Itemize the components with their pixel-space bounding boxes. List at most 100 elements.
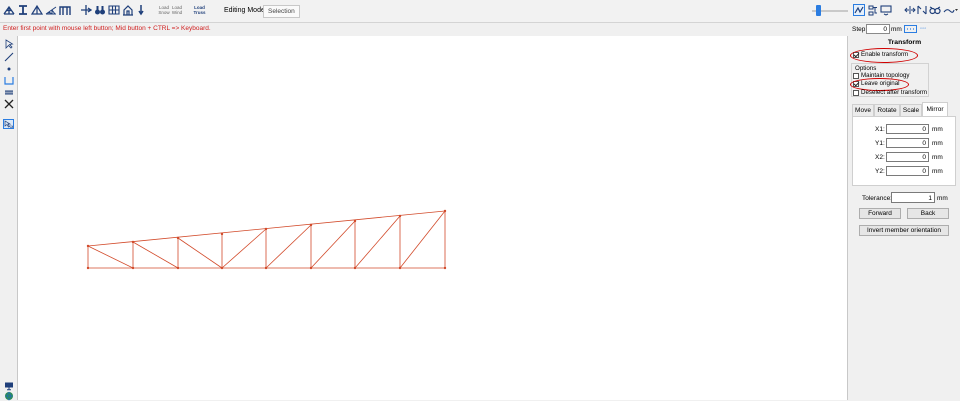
step-unit: mm <box>891 26 902 33</box>
line-icon[interactable] <box>3 52 14 62</box>
transform-panel: Step: 0 mm ◦◦◦ Transform Enable transfor… <box>849 23 960 400</box>
leave-original-checkbox[interactable]: Leave original <box>853 80 900 88</box>
load-truss-line2: Truss <box>193 10 206 15</box>
dropdown-box-icon[interactable] <box>880 4 892 16</box>
top-node[interactable] <box>131 240 135 244</box>
top-node[interactable] <box>398 214 402 218</box>
bottom-node[interactable] <box>131 266 135 270</box>
leave-original-label: Leave original <box>861 80 900 87</box>
bottom-node[interactable] <box>176 266 180 270</box>
bottom-node[interactable] <box>220 266 224 270</box>
load-truss-button[interactable]: Load Truss <box>193 5 206 15</box>
step-input[interactable]: 0 <box>866 24 890 34</box>
panel-title: Transform <box>887 39 922 46</box>
status-message: Enter first point with mouse left button… <box>3 25 211 32</box>
load-snow-button[interactable]: Load Snow <box>158 5 170 15</box>
y1-input[interactable]: 0 <box>886 138 929 148</box>
diagonal-member[interactable] <box>354 215 401 269</box>
truss-drawing[interactable] <box>18 36 849 400</box>
load-arrow-tool-icon[interactable] <box>135 4 147 16</box>
x1-input[interactable]: 0 <box>886 124 929 134</box>
x1-label: X1: <box>875 126 885 133</box>
pointer-icon[interactable] <box>3 39 14 49</box>
invert-orientation-button[interactable]: Invert member orientation <box>859 225 949 236</box>
mirror-tab-panel: X1: 0 mm Y1: 0 mm X2: 0 mm Y2: 0 mm <box>852 116 956 186</box>
line-style-icon[interactable] <box>943 4 958 16</box>
view-toggle-icon[interactable] <box>853 4 865 16</box>
node-arrow-tool-icon[interactable] <box>80 4 92 16</box>
diagonal-member[interactable] <box>265 224 312 269</box>
deselect-after-label: Deselect after transform <box>861 89 928 96</box>
y2-unit: mm <box>932 168 943 175</box>
triangle-tool-icon[interactable] <box>31 4 43 16</box>
left-tool-strip <box>0 36 17 401</box>
truss-tool-icon[interactable] <box>3 4 15 16</box>
step-dots-icon[interactable]: ◦◦◦ <box>920 26 926 32</box>
delete-icon[interactable] <box>3 99 14 109</box>
step-grid-icon[interactable] <box>904 25 917 33</box>
drawing-canvas[interactable] <box>17 36 848 400</box>
building-tool-icon[interactable] <box>122 4 134 16</box>
point-icon[interactable] <box>3 64 14 74</box>
editing-mode-select[interactable]: Selection <box>263 5 300 18</box>
deselect-after-checkbox[interactable]: Deselect after transform <box>853 89 927 97</box>
tolerance-label: Tolerance: <box>862 195 892 202</box>
spring-icon[interactable] <box>3 87 14 97</box>
main-toolbar: Load Snow Load Wind Load Truss Editing M… <box>0 0 960 23</box>
glasses-icon[interactable] <box>929 4 941 16</box>
top-node[interactable] <box>309 223 313 227</box>
diagonal-member[interactable] <box>132 241 179 269</box>
zoom-slider-thumb[interactable] <box>816 5 821 16</box>
member-orient-icon[interactable] <box>916 4 928 16</box>
top-node[interactable] <box>220 232 224 236</box>
bottom-node[interactable] <box>309 266 313 270</box>
tab-scale[interactable]: Scale <box>900 104 922 116</box>
tab-rotate[interactable]: Rotate <box>874 104 900 116</box>
tab-mirror[interactable]: Mirror <box>922 102 948 116</box>
load-wind-button[interactable]: Load Wind <box>171 5 183 15</box>
deselect-after-check-icon[interactable] <box>853 90 859 96</box>
monitor-icon[interactable] <box>3 381 14 391</box>
fan-truss-tool-icon[interactable] <box>45 4 57 16</box>
back-button[interactable]: Back <box>907 208 949 219</box>
diagonal-member[interactable] <box>221 228 267 269</box>
support-icon[interactable] <box>3 75 14 85</box>
maintain-topology-label: Maintain topology <box>861 72 910 79</box>
tab-move[interactable]: Move <box>852 104 874 116</box>
bottom-node[interactable] <box>264 266 268 270</box>
member-arrows-icon[interactable] <box>904 4 916 16</box>
leave-original-check-icon[interactable] <box>853 81 859 87</box>
tolerance-unit: mm <box>937 195 948 202</box>
bottom-node[interactable] <box>398 266 402 270</box>
grid-tool-icon[interactable] <box>108 4 120 16</box>
maintain-topology-check-icon[interactable] <box>853 73 859 79</box>
top-node[interactable] <box>264 227 268 231</box>
load-wind-line2: Wind <box>171 10 183 15</box>
bottom-node[interactable] <box>86 266 90 270</box>
portal-frame-tool-icon[interactable] <box>59 4 71 16</box>
diagonal-member[interactable] <box>399 210 446 269</box>
diagonal-member[interactable] <box>310 220 356 269</box>
top-node[interactable] <box>86 244 90 248</box>
step-label: Step: <box>852 26 868 33</box>
bottom-node[interactable] <box>443 266 447 270</box>
diagonal-member[interactable] <box>87 245 134 269</box>
top-node[interactable] <box>443 209 447 213</box>
x2-unit: mm <box>932 154 943 161</box>
top-node[interactable] <box>353 219 357 223</box>
diagonal-member[interactable] <box>177 237 223 269</box>
load-snow-line2: Snow <box>158 10 170 15</box>
tolerance-input[interactable]: 1 <box>891 192 935 203</box>
maintain-topology-checkbox[interactable]: Maintain topology <box>853 72 910 80</box>
select-transform-icon[interactable] <box>3 119 14 129</box>
top-node[interactable] <box>176 236 180 240</box>
bottom-node[interactable] <box>353 266 357 270</box>
settings-tree-icon[interactable] <box>867 4 879 16</box>
y2-input[interactable]: 0 <box>886 166 929 176</box>
binoculars-tool-icon[interactable] <box>94 4 106 16</box>
enable-transform-checkbox[interactable]: Enable transform <box>853 51 908 59</box>
enable-transform-check-icon[interactable] <box>853 52 859 58</box>
x2-input[interactable]: 0 <box>886 152 929 162</box>
i-beam-tool-icon[interactable] <box>17 4 29 16</box>
forward-button[interactable]: Forward <box>859 208 901 219</box>
